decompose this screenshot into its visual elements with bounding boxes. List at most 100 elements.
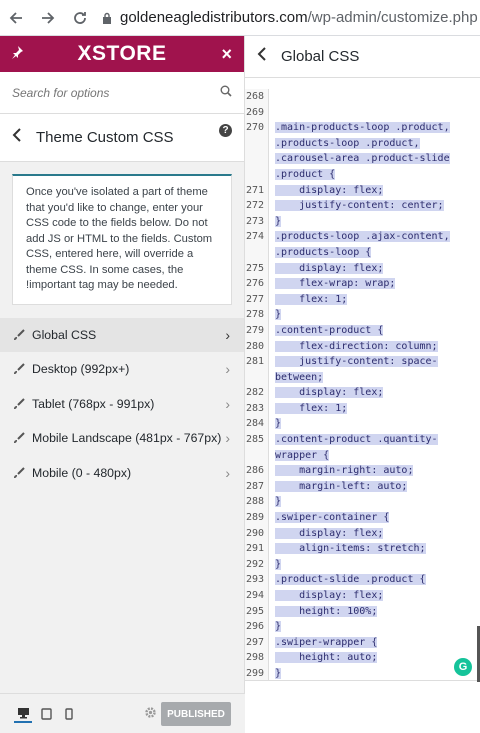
pin-icon[interactable] <box>10 45 24 64</box>
line-number: 277 <box>245 291 269 308</box>
address-bar[interactable]: goldeneagledistributors.com/wp-admin/cus… <box>102 9 478 26</box>
forward-arrow-icon[interactable] <box>32 2 64 34</box>
code-text: .products-loop .ajax-content, <box>275 231 450 243</box>
reload-icon[interactable] <box>64 2 96 34</box>
lock-icon <box>102 12 112 24</box>
code-line: 269 <box>245 104 480 121</box>
mobile-preview-icon[interactable] <box>60 705 78 723</box>
code-text: display: flex; <box>275 527 384 539</box>
code-line: 277 flex: 1; <box>245 291 480 308</box>
line-number: 285 <box>245 432 269 448</box>
code-text: .products-loop .product, <box>275 137 420 149</box>
menu-item-label: Desktop (992px+) <box>32 362 130 377</box>
code-text: between; <box>275 371 324 383</box>
code-text: } <box>275 418 282 430</box>
line-number <box>245 369 269 386</box>
line-number: 280 <box>245 338 269 355</box>
menu-item-label: Mobile Landscape (481px - 767px) <box>32 431 222 446</box>
line-number: 288 <box>245 494 269 511</box>
chevron-right-icon: › <box>225 361 230 378</box>
code-text: margin-left: auto; <box>275 480 408 492</box>
search-input[interactable] <box>12 85 202 100</box>
line-number <box>245 135 269 152</box>
xstore-logo: XSTORE <box>77 42 167 65</box>
brush-icon <box>13 467 25 479</box>
line-number: 293 <box>245 572 269 588</box>
chevron-right-icon: › <box>225 326 230 343</box>
line-number: 286 <box>245 463 269 479</box>
line-number <box>245 244 269 261</box>
brush-icon <box>13 432 25 444</box>
gear-icon[interactable] <box>144 706 157 724</box>
line-number: 289 <box>245 510 269 526</box>
code-line: 286 margin-right: auto; <box>245 463 480 479</box>
code-line: between; <box>245 369 480 386</box>
section-description: Once you've isolated a part of theme tha… <box>12 174 232 305</box>
code-editor[interactable]: 268 269 270 .main-products-loop .product, .p… <box>245 89 480 681</box>
code-text: margin-right: auto; <box>275 465 414 477</box>
code-text: .swiper-container { <box>275 512 390 524</box>
back-arrow-icon[interactable] <box>0 2 32 34</box>
section-title: Theme Custom CSS <box>36 129 174 146</box>
line-number <box>245 151 269 167</box>
line-number: 297 <box>245 634 269 651</box>
code-text: .products-loop { <box>275 246 372 258</box>
published-button[interactable]: PUBLISHED <box>161 702 231 726</box>
line-number: 278 <box>245 307 269 323</box>
code-text: justify-content: center; <box>275 200 444 212</box>
editor-title: Global CSS <box>281 48 360 65</box>
desktop-preview-icon[interactable] <box>14 705 32 723</box>
brush-icon <box>13 398 25 410</box>
close-icon[interactable]: × <box>221 44 232 65</box>
code-text: display: flex; <box>275 184 384 196</box>
line-number: 274 <box>245 229 269 245</box>
code-text: .swiper-wrapper { <box>275 636 378 648</box>
code-text: display: flex; <box>275 590 384 601</box>
code-text: } <box>275 215 282 227</box>
line-number: 273 <box>245 213 269 230</box>
code-line: .carousel-area .product-slide <box>245 151 480 167</box>
code-line: 275 display: flex; <box>245 260 480 277</box>
line-number: 294 <box>245 588 269 604</box>
code-text: .carousel-area .product-slide <box>275 153 450 165</box>
code-line: 292} <box>245 556 480 573</box>
search-icon[interactable] <box>220 84 232 102</box>
code-text: height: auto; <box>275 652 378 664</box>
code-line: 290 display: flex; <box>245 525 480 542</box>
menu-item-mobile-landscape[interactable]: Mobile Landscape (481px - 767px) › <box>0 421 244 456</box>
code-line: 291 align-items: stretch; <box>245 541 480 557</box>
back-chevron-icon[interactable] <box>257 47 267 66</box>
code-line: 289 .swiper-container { <box>245 510 480 526</box>
menu-item-mobile[interactable]: Mobile (0 - 480px) › <box>0 456 244 491</box>
code-line: 281 justify-content: space- <box>245 354 480 370</box>
code-text: height: 100%; <box>275 605 378 617</box>
code-line: 280 flex-direction: column; <box>245 338 480 355</box>
code-text: .product-slide .product { <box>275 574 426 586</box>
help-icon[interactable]: ? <box>219 124 232 137</box>
line-number: 279 <box>245 322 269 339</box>
code-text: } <box>275 558 282 570</box>
grammarly-icon[interactable]: G <box>454 658 472 676</box>
line-number: 295 <box>245 603 269 620</box>
code-text: .content-product .quantity- <box>275 434 438 446</box>
code-line: 287 margin-left: auto; <box>245 478 480 495</box>
back-chevron-icon[interactable] <box>12 128 22 147</box>
code-text: flex-direction: column; <box>275 340 438 352</box>
code-text: display: flex; <box>275 262 384 274</box>
code-text: .product { <box>275 168 336 180</box>
menu-item-global-css[interactable]: Global CSS › <box>0 317 244 352</box>
line-number: 282 <box>245 385 269 401</box>
menu-item-tablet[interactable]: Tablet (768px - 991px) › <box>0 387 244 422</box>
code-text: align-items: stretch; <box>275 543 426 555</box>
line-number: 292 <box>245 556 269 573</box>
line-number <box>245 447 269 464</box>
code-line: .products-loop .product, <box>245 135 480 152</box>
line-number: 296 <box>245 619 269 635</box>
code-line: 284} <box>245 416 480 433</box>
tablet-preview-icon[interactable] <box>37 705 55 723</box>
code-line: 296} <box>245 619 480 635</box>
line-number: 271 <box>245 182 269 199</box>
menu-item-label: Mobile (0 - 480px) <box>32 465 132 480</box>
menu-item-desktop[interactable]: Desktop (992px+) › <box>0 352 244 387</box>
browser-toolbar: goldeneagledistributors.com/wp-admin/cus… <box>0 0 480 36</box>
